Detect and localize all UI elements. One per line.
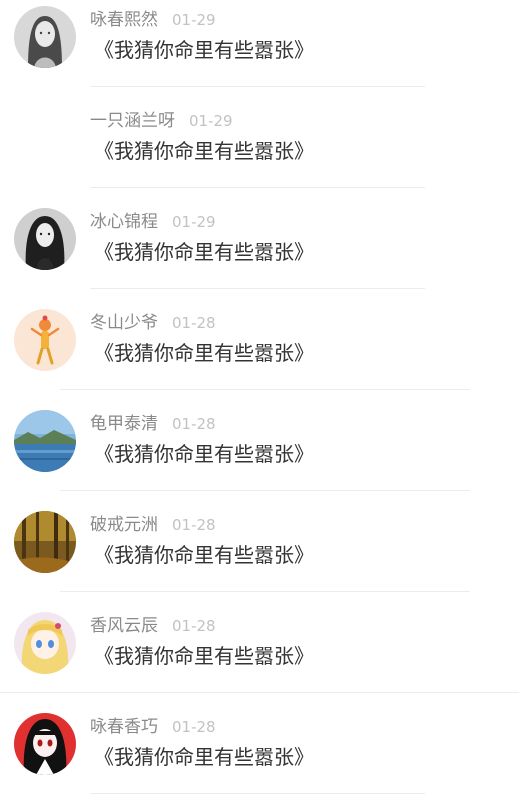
autumn-forest-icon (14, 511, 76, 573)
comment-date: 01-28 (172, 617, 216, 635)
comment-text[interactable]: 《我猜你命里有些嚣张》 (94, 641, 314, 671)
comment-item[interactable]: 香风云辰 01-28 《我猜你命里有些嚣张》 (0, 606, 519, 707)
comment-author[interactable]: 龟甲泰清 (90, 414, 158, 434)
comment-text[interactable]: 《我猜你命里有些嚣张》 (94, 439, 314, 469)
comment-date: 01-29 (172, 11, 216, 29)
divider (60, 591, 470, 592)
comment-item[interactable]: 破戒元洲 01-28 《我猜你命里有些嚣张》 (0, 505, 519, 606)
comment-text[interactable]: 《我猜你命里有些嚣张》 (94, 540, 314, 570)
comment-text[interactable]: 《我猜你命里有些嚣张》 (94, 136, 314, 166)
comment-date: 01-28 (172, 314, 216, 332)
comment-list: 咏春熙然 01-29 《我猜你命里有些嚣张》 一只涵兰呀 01-29 《我猜你命里有… (0, 0, 519, 809)
comment-text[interactable]: 《我猜你命里有些嚣张》 (94, 35, 314, 65)
comment-text[interactable]: 《我猜你命里有些嚣张》 (94, 237, 314, 267)
divider (90, 793, 425, 794)
comment-author[interactable]: 咏春熙然 (90, 10, 158, 30)
comment-author[interactable]: 冬山少爷 (90, 313, 158, 333)
comment-item[interactable]: 咏春香巧 01-28 《我猜你命里有些嚣张》 (0, 707, 519, 808)
comment-item[interactable]: 咏春熙然 01-29 《我猜你命里有些嚣张》 (0, 0, 519, 101)
comment-item[interactable]: 冬山少爷 01-28 《我猜你命里有些嚣张》 (0, 303, 519, 404)
comment-text[interactable]: 《我猜你命里有些嚣张》 (94, 742, 314, 772)
comment-date: 01-28 (172, 718, 216, 736)
divider (90, 288, 425, 289)
avatar[interactable] (14, 511, 76, 573)
comment-date: 01-28 (172, 516, 216, 534)
anime-girl-red-icon (14, 713, 76, 775)
lake-landscape-icon (14, 410, 76, 472)
comment-author[interactable]: 香风云辰 (90, 616, 158, 636)
comment-author[interactable]: 破戒元洲 (90, 515, 158, 535)
avatar[interactable] (14, 713, 76, 775)
avatar[interactable] (14, 208, 76, 270)
comment-date: 01-29 (189, 112, 233, 130)
woman-dark-hair-icon (14, 208, 76, 270)
divider (60, 490, 470, 491)
divider (0, 692, 519, 693)
comment-author[interactable]: 咏春香巧 (90, 717, 158, 737)
comment-author[interactable]: 一只涵兰呀 (90, 111, 175, 131)
avatar[interactable] (14, 410, 76, 472)
anime-girl-blonde-icon (14, 612, 76, 674)
comment-author[interactable]: 冰心锦程 (90, 212, 158, 232)
comment-text[interactable]: 《我猜你命里有些嚣张》 (94, 338, 314, 368)
comment-item[interactable]: 一只涵兰呀 01-29 《我猜你命里有些嚣张》 (0, 101, 519, 202)
divider (90, 86, 425, 87)
divider (60, 389, 470, 390)
woman-portrait-icon (14, 6, 76, 68)
comment-date: 01-28 (172, 415, 216, 433)
comment-item[interactable]: 龟甲泰清 01-28 《我猜你命里有些嚣张》 (0, 404, 519, 505)
comment-date: 01-29 (172, 213, 216, 231)
cartoon-figure-icon (14, 309, 76, 371)
divider (90, 187, 425, 188)
avatar[interactable] (14, 309, 76, 371)
avatar[interactable] (14, 612, 76, 674)
avatar[interactable] (14, 6, 76, 68)
comment-item[interactable]: 冰心锦程 01-29 《我猜你命里有些嚣张》 (0, 202, 519, 303)
